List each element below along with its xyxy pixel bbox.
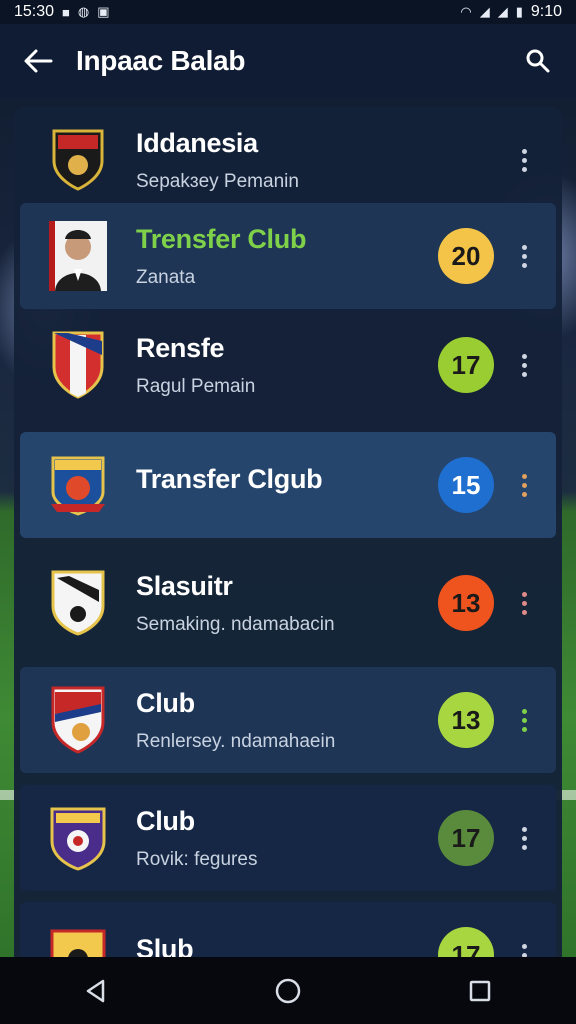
back-arrow-icon (24, 49, 53, 73)
club-subtitle: Zanata (136, 266, 196, 288)
square-recents-icon (469, 980, 491, 1001)
wifi-signal-icon: ◢ (479, 4, 490, 19)
search-icon (526, 49, 550, 73)
circle-home-icon (275, 978, 301, 1003)
app-bar: Inpaac Balab (0, 24, 576, 98)
status-battery-text: 9:10 (530, 3, 562, 20)
more-options-button[interactable] (506, 473, 542, 497)
more-options-button[interactable] (506, 591, 542, 615)
club-logo (20, 785, 136, 891)
club-logo (20, 203, 136, 309)
club-subtitle: Sepakɜey Pemanin (136, 170, 299, 192)
score-badge: 13 (438, 575, 494, 631)
more-options-button[interactable] (506, 708, 542, 732)
club-row[interactable]: Rensfe Ragul Pemain 17 (20, 312, 556, 418)
club-logo (20, 667, 136, 773)
club-name: Slasuitr (136, 570, 233, 601)
club-logo (20, 550, 136, 656)
score-badge: 13 (438, 692, 494, 748)
shield-icon (52, 129, 104, 191)
wifi-icon: ◠ (460, 4, 472, 19)
club-subtitle: Ragul Pemain (136, 375, 256, 397)
search-button[interactable] (500, 24, 576, 98)
club-name: Transfer Clgub (136, 463, 323, 494)
score-badge: 20 (438, 228, 494, 284)
club-row[interactable]: Iddanesia Sepakɜey Pemanin (20, 107, 556, 213)
nav-recents-button[interactable] (450, 961, 510, 1021)
shield-icon (52, 331, 104, 399)
notification-icon: ■ (62, 4, 70, 20)
club-name: Trensfer Club (136, 223, 307, 254)
nav-back-button[interactable] (66, 961, 126, 1021)
club-subtitle: Renlersey. ndamahaein (136, 730, 336, 752)
club-subtitle: Rovik: fegures (136, 848, 258, 870)
more-options-button[interactable] (506, 244, 542, 268)
club-list: Iddanesia Sepakɜey Pemanin Trensfer Club… (14, 107, 562, 967)
club-row[interactable]: Slasuitr Semaking. ndamabacin 13 (20, 550, 556, 656)
system-nav-bar (0, 957, 576, 1024)
club-name: Iddanesia (136, 127, 258, 158)
score-badge: 15 (438, 457, 494, 513)
battery-icon: ▮ (515, 4, 523, 19)
shield-icon (51, 570, 105, 636)
club-name: Club (136, 805, 195, 836)
shield-icon (51, 686, 105, 754)
cell-signal-icon: ◢ (497, 4, 508, 19)
club-logo (20, 107, 136, 213)
player-photo-icon (49, 221, 107, 291)
status-bar: 15:30 ■ ◍ ▣ ◠ ◢ ◢ ▮ 9:10 (0, 0, 576, 24)
status-time: 15:30 (14, 3, 55, 20)
club-subtitle: Semaking. ndamabacin (136, 613, 335, 635)
club-row[interactable]: Transfer Clgub 15 (20, 432, 556, 538)
game-icon: ▣ (97, 4, 110, 19)
club-row[interactable]: Club Rovik: fegures 17 (20, 785, 556, 891)
compass-icon: ◍ (77, 4, 90, 19)
more-options-button[interactable] (506, 826, 542, 850)
club-row[interactable]: Trensfer Club Zanata 20 (20, 203, 556, 309)
crest-icon (50, 807, 106, 871)
more-options-button[interactable] (506, 353, 542, 377)
triangle-back-icon (86, 979, 105, 1002)
club-name: Club (136, 687, 195, 718)
more-options-button[interactable] (506, 148, 542, 172)
back-button[interactable] (0, 24, 76, 98)
page-title: Inpaac Balab (76, 45, 246, 76)
club-row[interactable]: Club Renlersey. ndamahaein 13 (20, 667, 556, 773)
score-badge: 17 (438, 810, 494, 866)
score-badge: 17 (438, 337, 494, 393)
club-name: Rensfe (136, 332, 225, 363)
crest-icon (51, 456, 105, 516)
nav-home-button[interactable] (258, 961, 318, 1021)
club-logo (20, 312, 136, 418)
club-logo (20, 432, 136, 538)
